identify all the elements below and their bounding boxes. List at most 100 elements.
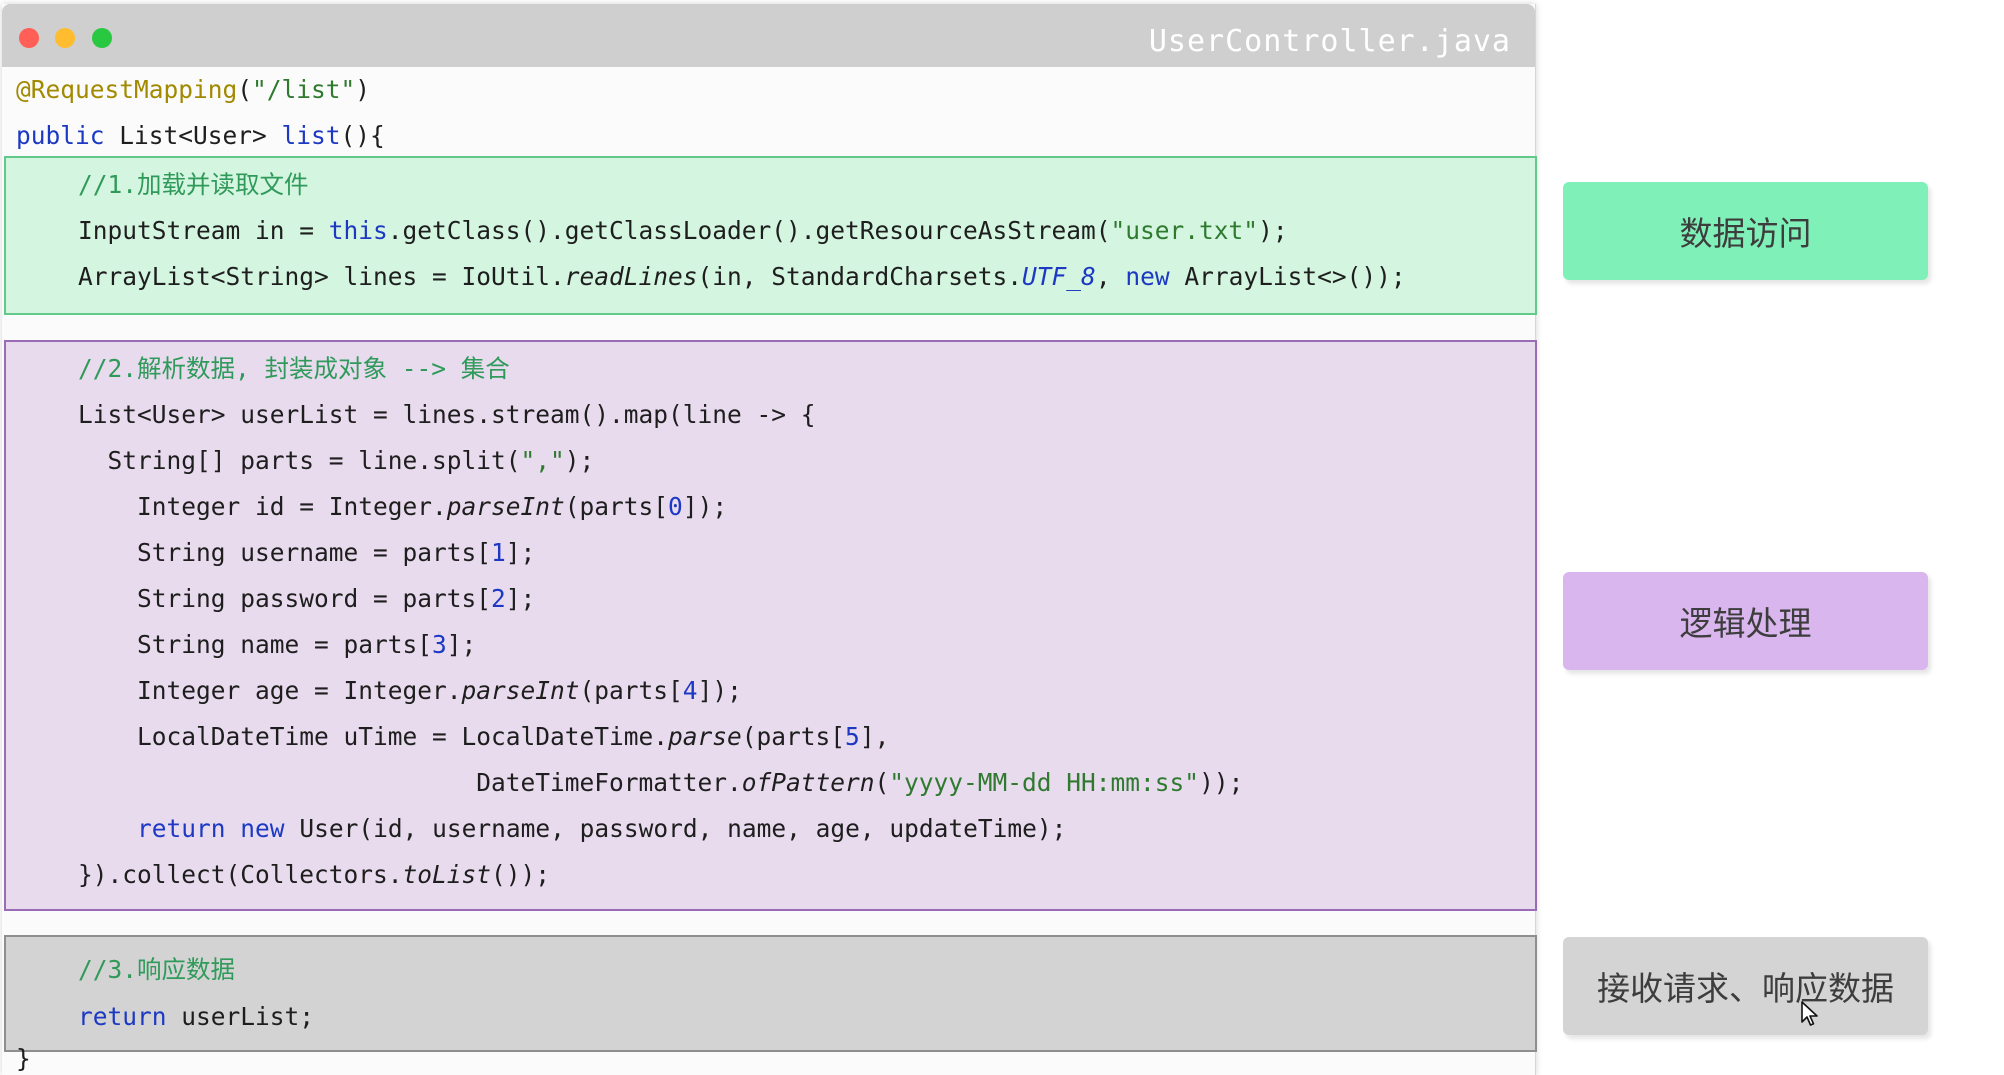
code-token: , [1095, 262, 1126, 291]
logic-code-block: //2.解析数据, 封装成对象 --> 集合 List<User> userLis… [4, 340, 1537, 911]
code-line: DateTimeFormatter.ofPattern("yyyy-MM-dd … [78, 768, 1243, 798]
code-token: //1.加载并读取文件 [78, 170, 309, 199]
code-line: LocalDateTime uTime = LocalDateTime.pars… [78, 722, 889, 752]
code-token: new [240, 814, 285, 843]
code-line: //2.解析数据, 封装成对象 --> 集合 [78, 354, 510, 384]
code-editor-window: UserController.java @RequestMapping("/li… [2, 4, 1537, 1075]
code-line: } [16, 1044, 31, 1074]
code-line: Integer id = Integer.parseInt(parts[0]); [78, 492, 727, 522]
code-line: return new User(id, username, password, … [78, 814, 1066, 844]
code-token: "user.txt" [1110, 216, 1259, 245]
code-token: ]); [697, 676, 742, 705]
code-line: String[] parts = line.split(","); [78, 446, 595, 476]
code-token: Integer age = Integer. [78, 676, 462, 705]
code-token: 1 [491, 538, 506, 567]
code-token: .getClass().getClassLoader().getResource… [387, 216, 1111, 245]
code-token: )); [1199, 768, 1244, 797]
code-line: InputStream in = this.getClass().getClas… [78, 216, 1288, 246]
minimize-window-button[interactable] [55, 28, 75, 48]
code-token: String username = parts[ [78, 538, 492, 567]
code-token: ]); [682, 492, 728, 521]
code-line: ArrayList<String> lines = IoUtil.readLin… [78, 262, 1406, 292]
code-token: DateTimeFormatter. [78, 768, 742, 797]
code-token: this [328, 216, 388, 245]
code-token: ]; [505, 584, 536, 613]
code-token: LocalDateTime uTime = LocalDateTime. [78, 722, 669, 751]
code-line: return userList; [78, 1002, 314, 1032]
code-token: parse [668, 722, 742, 751]
code-token: toList [402, 860, 492, 889]
code-line: //3.响应数据 [78, 955, 235, 985]
code-token: @RequestMapping [16, 75, 238, 104]
code-token: readLines [564, 262, 698, 291]
code-token: (parts[ [579, 676, 683, 705]
code-token: User(id, username, password, name, age, … [284, 814, 1067, 843]
response-code-block: //3.响应数据 return userList; [4, 935, 1537, 1052]
code-token: //3.响应数据 [78, 955, 236, 984]
code-token: } [16, 1044, 31, 1073]
close-window-button[interactable] [19, 28, 39, 48]
logic-processing-label: 逻辑处理 [1563, 572, 1928, 670]
code-token: userList; [166, 1002, 315, 1031]
code-token: String password = parts[ [78, 584, 492, 613]
code-token: (parts[ [741, 722, 846, 751]
code-token: ArrayList<String> lines = IoUtil. [78, 262, 565, 291]
code-line: //1.加载并读取文件 [78, 170, 309, 200]
code-token: ofPattern [741, 768, 875, 797]
code-token: ArrayList<>()); [1169, 262, 1406, 291]
code-token: ); [1258, 216, 1288, 245]
code-token: parseInt [446, 492, 565, 521]
code-token: ]; [505, 538, 536, 567]
data-access-code-block: //1.加载并读取文件 InputStream in = this.getClas… [4, 156, 1537, 315]
code-line: @RequestMapping("/list") [16, 75, 370, 105]
code-token: 4 [682, 676, 698, 705]
code-token: "," [520, 446, 565, 475]
code-token: ( [874, 768, 890, 797]
code-token: //2.解析数据, 封装成对象 --> 集合 [78, 354, 510, 383]
code-token: return [78, 1002, 167, 1031]
code-token: public [16, 121, 105, 150]
code-token: new [1125, 262, 1170, 291]
code-token: "/list" [252, 75, 356, 104]
code-token: ], [859, 722, 890, 751]
mouse-cursor-icon [1801, 1001, 1818, 1026]
code-line: String name = parts[3]; [78, 630, 476, 660]
code-line: List<User> userList = lines.stream().map… [78, 400, 816, 430]
code-token: 2 [491, 584, 506, 613]
code-token: UTF_8 [1022, 262, 1096, 291]
code-line: public List<User> list(){ [16, 121, 385, 151]
code-line: }).collect(Collectors.toList()); [78, 860, 550, 890]
code-token: list [281, 121, 341, 150]
code-token: (in, StandardCharsets. [697, 262, 1023, 291]
code-token: }).collect(Collectors. [78, 860, 403, 889]
code-token: parseInt [461, 676, 580, 705]
data-access-label: 数据访问 [1563, 182, 1928, 280]
maximize-window-button[interactable] [92, 28, 112, 48]
code-token: (){ [340, 121, 385, 150]
code-token: ); [564, 446, 595, 475]
code-token: ]; [446, 630, 477, 659]
code-line: String username = parts[1]; [78, 538, 535, 568]
request-response-label: 接收请求、响应数据 [1563, 937, 1928, 1035]
code-line: Integer age = Integer.parseInt(parts[4])… [78, 676, 742, 706]
window-title: UserController.java [1148, 24, 1511, 59]
code-token: 5 [845, 722, 860, 751]
code-token: "yyyy-MM-dd HH:mm:ss" [889, 768, 1200, 797]
code-token: InputStream in = [78, 216, 329, 245]
code-token: ) [355, 75, 371, 104]
code-token: Integer id = Integer. [78, 492, 447, 521]
code-token: String[] parts = line.split( [78, 446, 521, 475]
code-token: (parts[ [564, 492, 669, 521]
code-token: 3 [432, 630, 447, 659]
code-token: List<User> [104, 121, 282, 150]
code-line: String password = parts[2]; [78, 584, 535, 614]
code-token: return [137, 814, 226, 843]
window-titlebar: UserController.java [2, 4, 1535, 67]
code-token: ( [237, 75, 253, 104]
code-token: String name = parts[ [78, 630, 433, 659]
code-token: List<User> userList = lines.stream().map… [78, 400, 816, 429]
code-token: ()); [491, 860, 551, 889]
code-token: 0 [668, 492, 683, 521]
